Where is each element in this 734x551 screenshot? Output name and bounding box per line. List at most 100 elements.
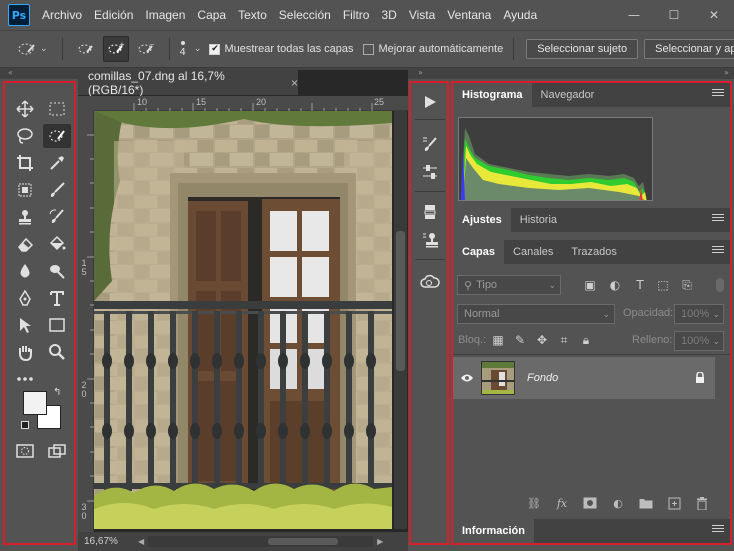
vertical-ruler[interactable]: 1 5 2 0 2 5 3 0 xyxy=(78,111,94,536)
brush-settings-button[interactable] xyxy=(417,133,443,155)
scroll-thumb[interactable] xyxy=(396,231,405,371)
menu-ventana[interactable]: Ventana xyxy=(447,8,491,22)
blend-mode-select[interactable]: Normal ⌄ xyxy=(457,304,615,324)
fx-icon[interactable]: fx xyxy=(554,495,570,511)
delete-layer-icon[interactable] xyxy=(694,495,710,511)
rectangle-tool[interactable] xyxy=(43,313,71,337)
filter-adjustment-icon[interactable]: ◐ xyxy=(608,278,622,292)
marquee-tool[interactable] xyxy=(43,97,71,121)
collapse-toolbar-icon[interactable]: « xyxy=(8,68,13,77)
filter-shape-icon[interactable]: ⬚ xyxy=(656,278,670,292)
brush-tool[interactable] xyxy=(43,178,71,202)
scroll-right-icon[interactable]: ▶ xyxy=(377,537,383,546)
add-to-selection-button[interactable]: + xyxy=(102,36,129,62)
quick-selection-tool[interactable] xyxy=(43,124,71,148)
horizontal-scrollbar[interactable] xyxy=(148,536,374,547)
minimize-button[interactable]: — xyxy=(614,0,654,30)
panel-menu-icon[interactable] xyxy=(712,214,724,226)
opacity-input[interactable]: 100% ⌄ xyxy=(674,304,724,324)
pen-tool[interactable] xyxy=(11,286,39,310)
fill-input[interactable]: 100% ⌄ xyxy=(674,331,724,351)
history-brush-tool[interactable] xyxy=(43,205,71,229)
tab-capas[interactable]: Capas xyxy=(453,240,505,264)
actions-panel-button[interactable] xyxy=(417,91,443,113)
eraser-tool[interactable] xyxy=(11,232,39,256)
libraries-button[interactable] xyxy=(417,271,443,293)
document-tab[interactable]: comillas_07.dng al 16,7% (RGB/16*) × xyxy=(78,69,298,97)
tab-trazados[interactable]: Trazados xyxy=(562,240,625,264)
menu-vista[interactable]: Vista xyxy=(409,8,435,22)
image-canvas[interactable] xyxy=(94,111,392,529)
link-layers-icon[interactable]: ⛓ xyxy=(526,495,542,511)
blur-tool[interactable] xyxy=(11,259,39,283)
auto-enhance-checkbox[interactable] xyxy=(363,43,375,55)
panel-menu-icon[interactable] xyxy=(712,246,724,258)
select-subject-button[interactable]: Seleccionar sujeto xyxy=(526,39,639,59)
move-tool[interactable] xyxy=(11,97,39,121)
lock-transparent-icon[interactable]: ▦ xyxy=(491,333,505,347)
hand-tool[interactable] xyxy=(11,340,39,364)
select-and-mask-button[interactable]: Seleccionar y apli xyxy=(644,39,734,59)
eyedropper-tool[interactable] xyxy=(43,151,71,175)
tool-preset-picker[interactable] xyxy=(14,36,40,62)
crop-tool[interactable] xyxy=(11,151,39,175)
menu-edicion[interactable]: Edición xyxy=(94,8,133,22)
maximize-button[interactable]: ☐ xyxy=(654,0,694,30)
vertical-scrollbar[interactable] xyxy=(394,111,407,529)
subtract-from-selection-button[interactable]: − xyxy=(133,36,159,62)
zoom-tool[interactable] xyxy=(43,340,71,364)
clone-source-button[interactable] xyxy=(417,229,443,251)
panel-menu-icon[interactable] xyxy=(712,89,724,101)
adjust-sliders-button[interactable] xyxy=(417,161,443,183)
add-mask-icon[interactable] xyxy=(582,495,598,511)
new-selection-button[interactable] xyxy=(73,36,99,62)
filter-pixel-icon[interactable]: ▣ xyxy=(583,278,597,292)
menu-archivo[interactable]: Archivo xyxy=(42,8,82,22)
screen-mode-button[interactable] xyxy=(43,439,71,463)
type-tool[interactable] xyxy=(43,286,71,310)
menu-3d[interactable]: 3D xyxy=(381,8,396,22)
lock-all-icon[interactable]: 🔒︎ xyxy=(579,333,593,347)
paint-bucket-tool[interactable] xyxy=(43,232,71,256)
spot-healing-tool[interactable] xyxy=(11,178,39,202)
collapse-panels-icon[interactable]: » xyxy=(724,68,729,77)
panel-menu-icon[interactable] xyxy=(712,525,724,537)
brush-size-picker[interactable]: 4 xyxy=(180,40,186,58)
path-selection-tool[interactable] xyxy=(11,313,39,337)
filter-type-icon[interactable]: T xyxy=(633,278,647,292)
sample-all-layers-checkbox[interactable]: ✔ xyxy=(209,43,221,55)
filter-smart-object-icon[interactable]: ⎘ xyxy=(680,278,694,292)
menu-texto[interactable]: Texto xyxy=(238,8,267,22)
dodge-tool[interactable] xyxy=(43,259,71,283)
tab-ajustes[interactable]: Ajustes xyxy=(453,208,511,232)
adjustment-layer-icon[interactable]: ◐ xyxy=(610,495,626,511)
lock-position-icon[interactable]: ✥ xyxy=(535,333,549,347)
ruler-origin[interactable] xyxy=(78,96,94,111)
clone-stamp-tool[interactable] xyxy=(11,205,39,229)
photoshop-logo[interactable]: Ps xyxy=(8,4,30,26)
tab-canales[interactable]: Canales xyxy=(504,240,562,264)
chevron-down-icon[interactable]: ⌄ xyxy=(40,44,48,54)
swap-colors-icon[interactable]: ↰ xyxy=(53,387,61,398)
close-document-icon[interactable]: × xyxy=(291,76,298,90)
collapse-dock-icon[interactable]: » xyxy=(418,68,423,77)
filter-toggle-switch[interactable] xyxy=(716,278,724,292)
new-layer-icon[interactable] xyxy=(666,495,682,511)
zoom-level[interactable]: 16,67% xyxy=(84,536,138,547)
scroll-left-icon[interactable]: ◀ xyxy=(138,537,144,546)
layer-visibility-toggle[interactable] xyxy=(453,373,481,383)
menu-imagen[interactable]: Imagen xyxy=(145,8,185,22)
lock-image-icon[interactable]: ✎ xyxy=(513,333,527,347)
scroll-thumb[interactable] xyxy=(268,538,339,545)
tab-historia[interactable]: Historia xyxy=(511,208,566,232)
menu-filtro[interactable]: Filtro xyxy=(343,8,370,22)
tab-navegador[interactable]: Navegador xyxy=(532,83,604,107)
layer-row-fondo[interactable]: Fondo xyxy=(453,357,715,399)
menu-capa[interactable]: Capa xyxy=(197,8,226,22)
tab-histograma[interactable]: Histograma xyxy=(453,83,532,107)
tab-informacion[interactable]: Información xyxy=(453,519,534,543)
menu-seleccion[interactable]: Selección xyxy=(279,8,331,22)
lock-artboard-icon[interactable]: ⌗ xyxy=(557,333,571,347)
new-group-icon[interactable] xyxy=(638,495,654,511)
lasso-tool[interactable] xyxy=(11,124,39,148)
